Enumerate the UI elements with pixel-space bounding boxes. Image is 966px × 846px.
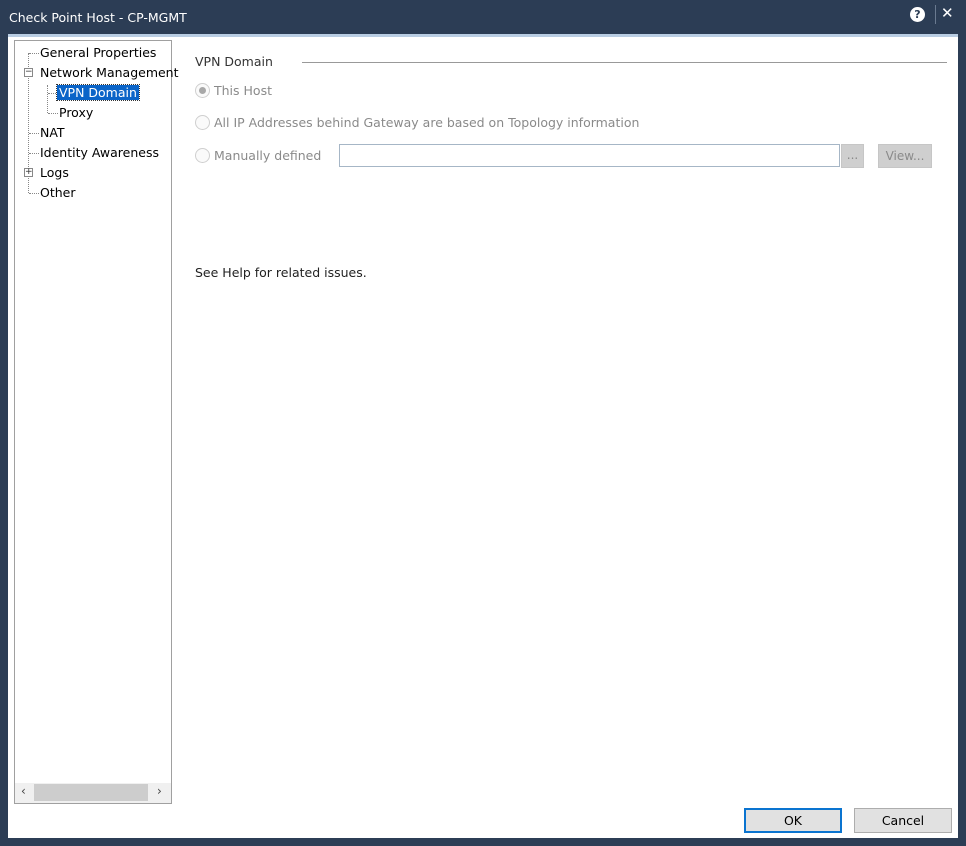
section-title: VPN Domain — [195, 54, 273, 69]
radio-manually-defined[interactable] — [195, 148, 210, 163]
navigation-tree: General Properties − Network Management … — [14, 40, 179, 804]
collapse-icon[interactable]: − — [24, 68, 33, 77]
label-this-host: This Host — [214, 83, 272, 98]
tree-item-identity-awareness[interactable]: Identity Awareness — [40, 145, 159, 160]
radio-this-host[interactable] — [195, 83, 210, 98]
scrollbar-thumb[interactable] — [34, 784, 148, 801]
window-title: Check Point Host - CP-MGMT — [9, 10, 187, 25]
tree-item-general-properties[interactable]: General Properties — [40, 45, 156, 60]
scroll-right-icon[interactable]: › — [157, 784, 162, 798]
tree-line — [48, 113, 58, 114]
ok-button[interactable]: OK — [744, 808, 842, 833]
dialog-body: General Properties − Network Management … — [8, 34, 958, 838]
label-all-ip-addresses: All IP Addresses behind Gateway are base… — [214, 115, 640, 130]
tree-line — [47, 85, 48, 113]
browse-button[interactable]: ... — [841, 144, 864, 168]
expand-icon[interactable]: + — [24, 168, 33, 177]
tree-item-other[interactable]: Other — [40, 185, 76, 200]
close-icon[interactable]: ✕ — [941, 4, 954, 22]
manual-domain-input[interactable] — [339, 144, 840, 167]
view-button[interactable]: View... — [878, 144, 932, 168]
tree-line — [29, 133, 39, 134]
tree-line — [29, 153, 39, 154]
label-manually-defined: Manually defined — [214, 148, 322, 163]
tree-item-logs[interactable]: Logs — [40, 165, 69, 180]
tree-item-nat[interactable]: NAT — [40, 125, 65, 140]
help-note: See Help for related issues. — [195, 265, 367, 280]
tree-item-proxy[interactable]: Proxy — [59, 105, 93, 120]
horizontal-scrollbar[interactable]: ‹ › — [15, 783, 171, 803]
title-separator — [935, 5, 936, 24]
help-icon[interactable]: ? — [910, 7, 925, 22]
tree-line — [29, 53, 39, 54]
cancel-button[interactable]: Cancel — [854, 808, 952, 833]
tree-line — [29, 193, 39, 194]
section-divider — [302, 62, 947, 63]
scroll-left-icon[interactable]: ‹ — [21, 784, 26, 798]
tree-item-network-management[interactable]: Network Management — [40, 65, 179, 80]
radio-all-ip-addresses[interactable] — [195, 115, 210, 130]
tree-item-vpn-domain[interactable]: VPN Domain — [56, 84, 140, 101]
